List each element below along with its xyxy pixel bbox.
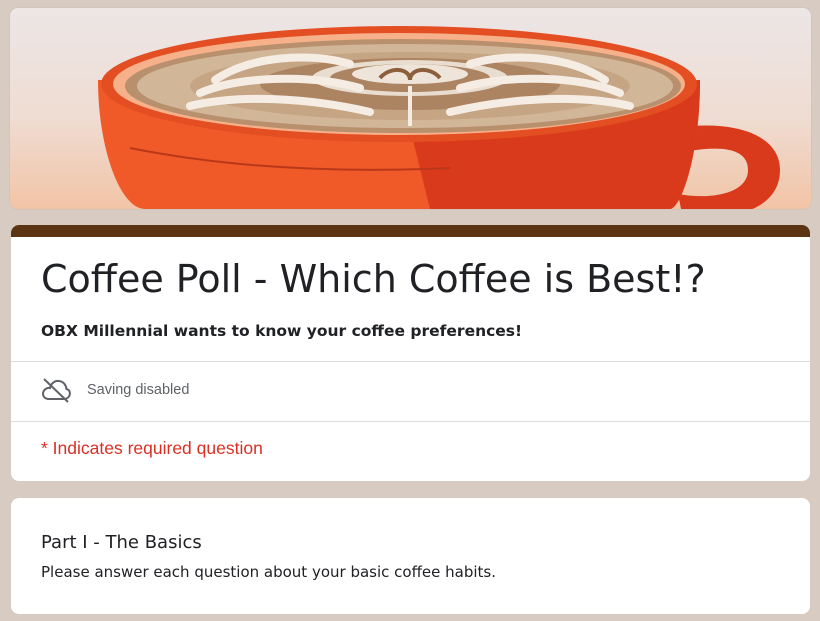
coffee-cup-illustration <box>98 26 780 209</box>
form-title: Coffee Poll - Which Coffee is Best!? <box>41 257 706 301</box>
saving-status-text: Saving disabled <box>87 382 190 398</box>
section-title: Part I - The Basics <box>41 532 202 553</box>
section-header-card: Part I - The Basics Please answer each q… <box>11 498 810 614</box>
section-description: Please answer each question about your b… <box>41 563 496 581</box>
header-banner-image <box>10 8 811 209</box>
saving-status: Saving disabled <box>41 377 189 403</box>
form-header-card: Coffee Poll - Which Coffee is Best!? OBX… <box>11 225 810 481</box>
cloud-off-icon <box>41 377 71 403</box>
form-description: OBX Millennial wants to know your coffee… <box>41 322 523 340</box>
required-question-note: * Indicates required question <box>41 438 263 458</box>
theme-accent-bar <box>11 225 810 237</box>
divider <box>11 361 810 362</box>
divider <box>11 421 810 422</box>
